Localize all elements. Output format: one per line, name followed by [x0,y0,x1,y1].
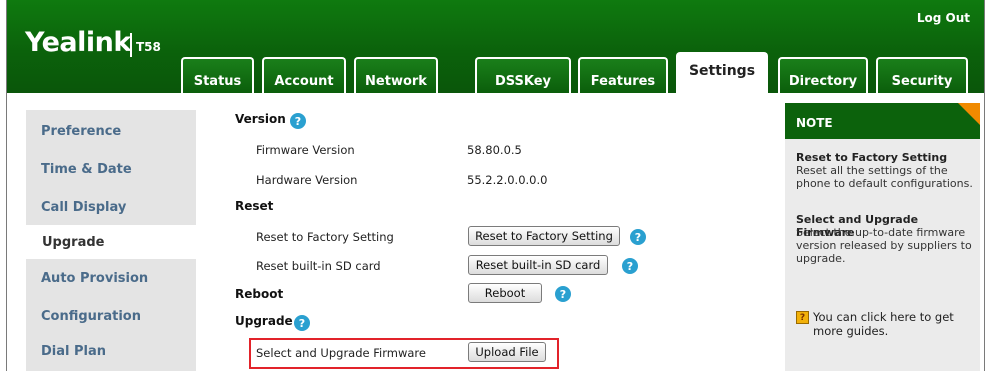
logo-divider [130,33,132,57]
reset-sd-help-icon[interactable]: ? [622,258,638,274]
version-help-icon[interactable]: ? [290,113,306,129]
model-label: T58 [136,40,161,54]
note-header: NOTE [785,103,980,139]
note-reset-text: Reset all the settings of the phone to d… [796,164,973,190]
upgrade-highlight-box [249,338,559,369]
logout-link[interactable]: Log Out [917,11,970,25]
note-panel: NOTE Reset to Factory Setting Reset all … [785,103,980,371]
sidebar-item-upgrade[interactable]: Upgrade [26,225,206,259]
version-heading: Version [235,112,286,126]
reboot-help-icon[interactable]: ? [555,286,571,302]
note-title: NOTE [796,116,833,130]
tab-security[interactable]: Security [876,57,968,93]
guide-book-icon[interactable]: ? [796,311,809,324]
note-upgrade-text: Select the up-to-date firmware version r… [796,226,972,265]
note-corner-flag [958,103,980,125]
reset-factory-label: Reset to Factory Setting [256,230,394,244]
tab-status[interactable]: Status [181,57,254,93]
guide-link[interactable]: You can click here to get more guides. [813,310,973,338]
tab-settings[interactable]: Settings [676,52,768,94]
reset-sd-button[interactable]: Reset built-in SD card [468,255,608,275]
reset-heading: Reset [235,199,274,213]
upgrade-help-icon[interactable]: ? [294,315,310,331]
tab-network[interactable]: Network [354,57,438,93]
firmware-version-label: Firmware Version [256,143,355,157]
sidebar-item-preference[interactable]: Preference [41,124,121,139]
sidebar-item-auto-provision[interactable]: Auto Provision [41,271,148,286]
tab-account[interactable]: Account [262,57,346,93]
sidebar-item-configuration[interactable]: Configuration [41,309,141,324]
tab-dsskey[interactable]: DSSKey [475,57,571,93]
tab-directory[interactable]: Directory [778,57,868,93]
sidebar-item-time-date[interactable]: Time & Date [41,162,132,177]
tab-features[interactable]: Features [578,57,668,93]
brand-logo: Yealink [25,27,131,58]
sidebar-item-call-display[interactable]: Call Display [41,200,126,215]
hardware-version-value: 55.2.2.0.0.0.0 [467,173,548,187]
reboot-heading: Reboot [235,287,284,301]
sidebar-item-dial-plan[interactable]: Dial Plan [41,344,106,359]
reboot-button[interactable]: Reboot [468,283,542,303]
sidebar: Preference Time & Date Call Display Upgr… [26,110,206,371]
note-reset-heading: Reset to Factory Setting [796,151,948,164]
reset-factory-button[interactable]: Reset to Factory Setting [468,226,620,246]
upgrade-heading: Upgrade [235,314,293,328]
hardware-version-label: Hardware Version [256,173,358,187]
reset-sd-label: Reset built-in SD card [256,259,381,273]
reset-factory-help-icon[interactable]: ? [630,229,646,245]
firmware-version-value: 58.80.0.5 [467,143,522,157]
